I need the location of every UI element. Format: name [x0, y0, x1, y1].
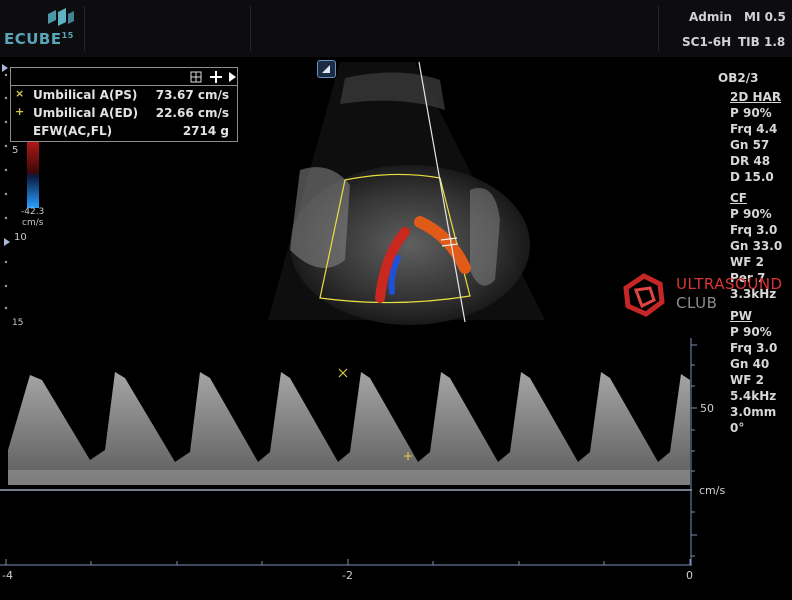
- watermark-icon: [623, 273, 665, 317]
- measurement-row[interactable]: × Umbilical A(PS) 73.67 cm/s: [11, 87, 237, 105]
- measurement-row[interactable]: EFW(AC,FL) 2714 g: [11, 123, 237, 141]
- measurement-value: 73.67 cm/s: [155, 88, 229, 102]
- param-item: WF 2: [730, 373, 764, 387]
- ed-marker-icon: +: [15, 105, 25, 118]
- measurement-label: Umbilical A(PS): [33, 88, 138, 102]
- tissue-band: [290, 167, 350, 268]
- color-bar: [27, 142, 39, 208]
- move-icon[interactable]: [210, 71, 222, 83]
- param-item: Gn 40: [730, 357, 770, 371]
- param-item: P 90%: [730, 325, 772, 339]
- param-item: 5.4kHz: [730, 389, 777, 403]
- time-tick-label: 0: [686, 569, 693, 582]
- watermark-text-1: ULTRASOUND: [676, 275, 783, 293]
- color-bar-unit: cm/s: [22, 218, 44, 228]
- measurement-value: 2714 g: [182, 124, 229, 138]
- measurement-toolbar: [11, 69, 237, 86]
- time-tick-label: -4: [2, 569, 13, 582]
- depth-label: 10: [14, 232, 27, 243]
- measurement-label: EFW(AC,FL): [33, 124, 113, 138]
- velocity-unit: cm/s: [699, 484, 726, 497]
- ps-marker-icon: ×: [15, 87, 25, 100]
- param-item: Frq 4.4: [730, 122, 778, 136]
- tissue-band: [470, 188, 500, 286]
- watermark-text-2: CLUB: [676, 294, 718, 312]
- param-item: Frq 3.0: [730, 223, 778, 237]
- parameter-panel: OB2/3 2D HAR P 90% Frq 4.4 Gn 57 DR 48 D…: [718, 70, 792, 436]
- focus-marker-icon[interactable]: [4, 238, 10, 246]
- param-item: 3.0mm: [730, 405, 777, 419]
- focus-marker-icon[interactable]: [2, 64, 8, 72]
- measurement-label: Umbilical A(ED): [33, 106, 139, 120]
- image-mode-icon[interactable]: [317, 60, 336, 78]
- depth-dots: [4, 73, 8, 310]
- param-item: Frq 3.0: [730, 341, 778, 355]
- measurement-panel: × Umbilical A(PS) 73.67 cm/s + Umbilical…: [10, 67, 238, 142]
- param-item: Gn 33.0: [730, 239, 783, 253]
- param-item: 0°: [730, 421, 745, 435]
- section-title-cf[interactable]: CF: [730, 190, 792, 206]
- grid-icon[interactable]: [190, 71, 202, 83]
- toolbar-icons: [190, 71, 236, 83]
- param-item: Gn 57: [730, 138, 770, 152]
- play-icon[interactable]: [229, 72, 236, 82]
- section-title-2d[interactable]: 2D HAR: [730, 89, 792, 105]
- measurement-value: 22.66 cm/s: [155, 106, 229, 120]
- param-item: WF 2: [730, 255, 764, 269]
- depth-label: 5: [12, 145, 19, 156]
- time-tick-label: -2: [342, 569, 353, 582]
- param-item: P 90%: [730, 207, 772, 221]
- measurement-row[interactable]: + Umbilical A(ED) 22.66 cm/s: [11, 105, 237, 123]
- param-item: DR 48: [730, 154, 771, 168]
- color-bar-min: -42.3: [21, 207, 45, 217]
- preset-label[interactable]: OB2/3: [718, 70, 792, 86]
- velocity-tick-label: 50: [700, 402, 714, 415]
- watermark-logo: ULTRASOUND CLUB: [620, 272, 790, 318]
- param-item: P 90%: [730, 106, 772, 120]
- depth-label: 15: [12, 318, 24, 328]
- param-item: D 15.0: [730, 170, 774, 184]
